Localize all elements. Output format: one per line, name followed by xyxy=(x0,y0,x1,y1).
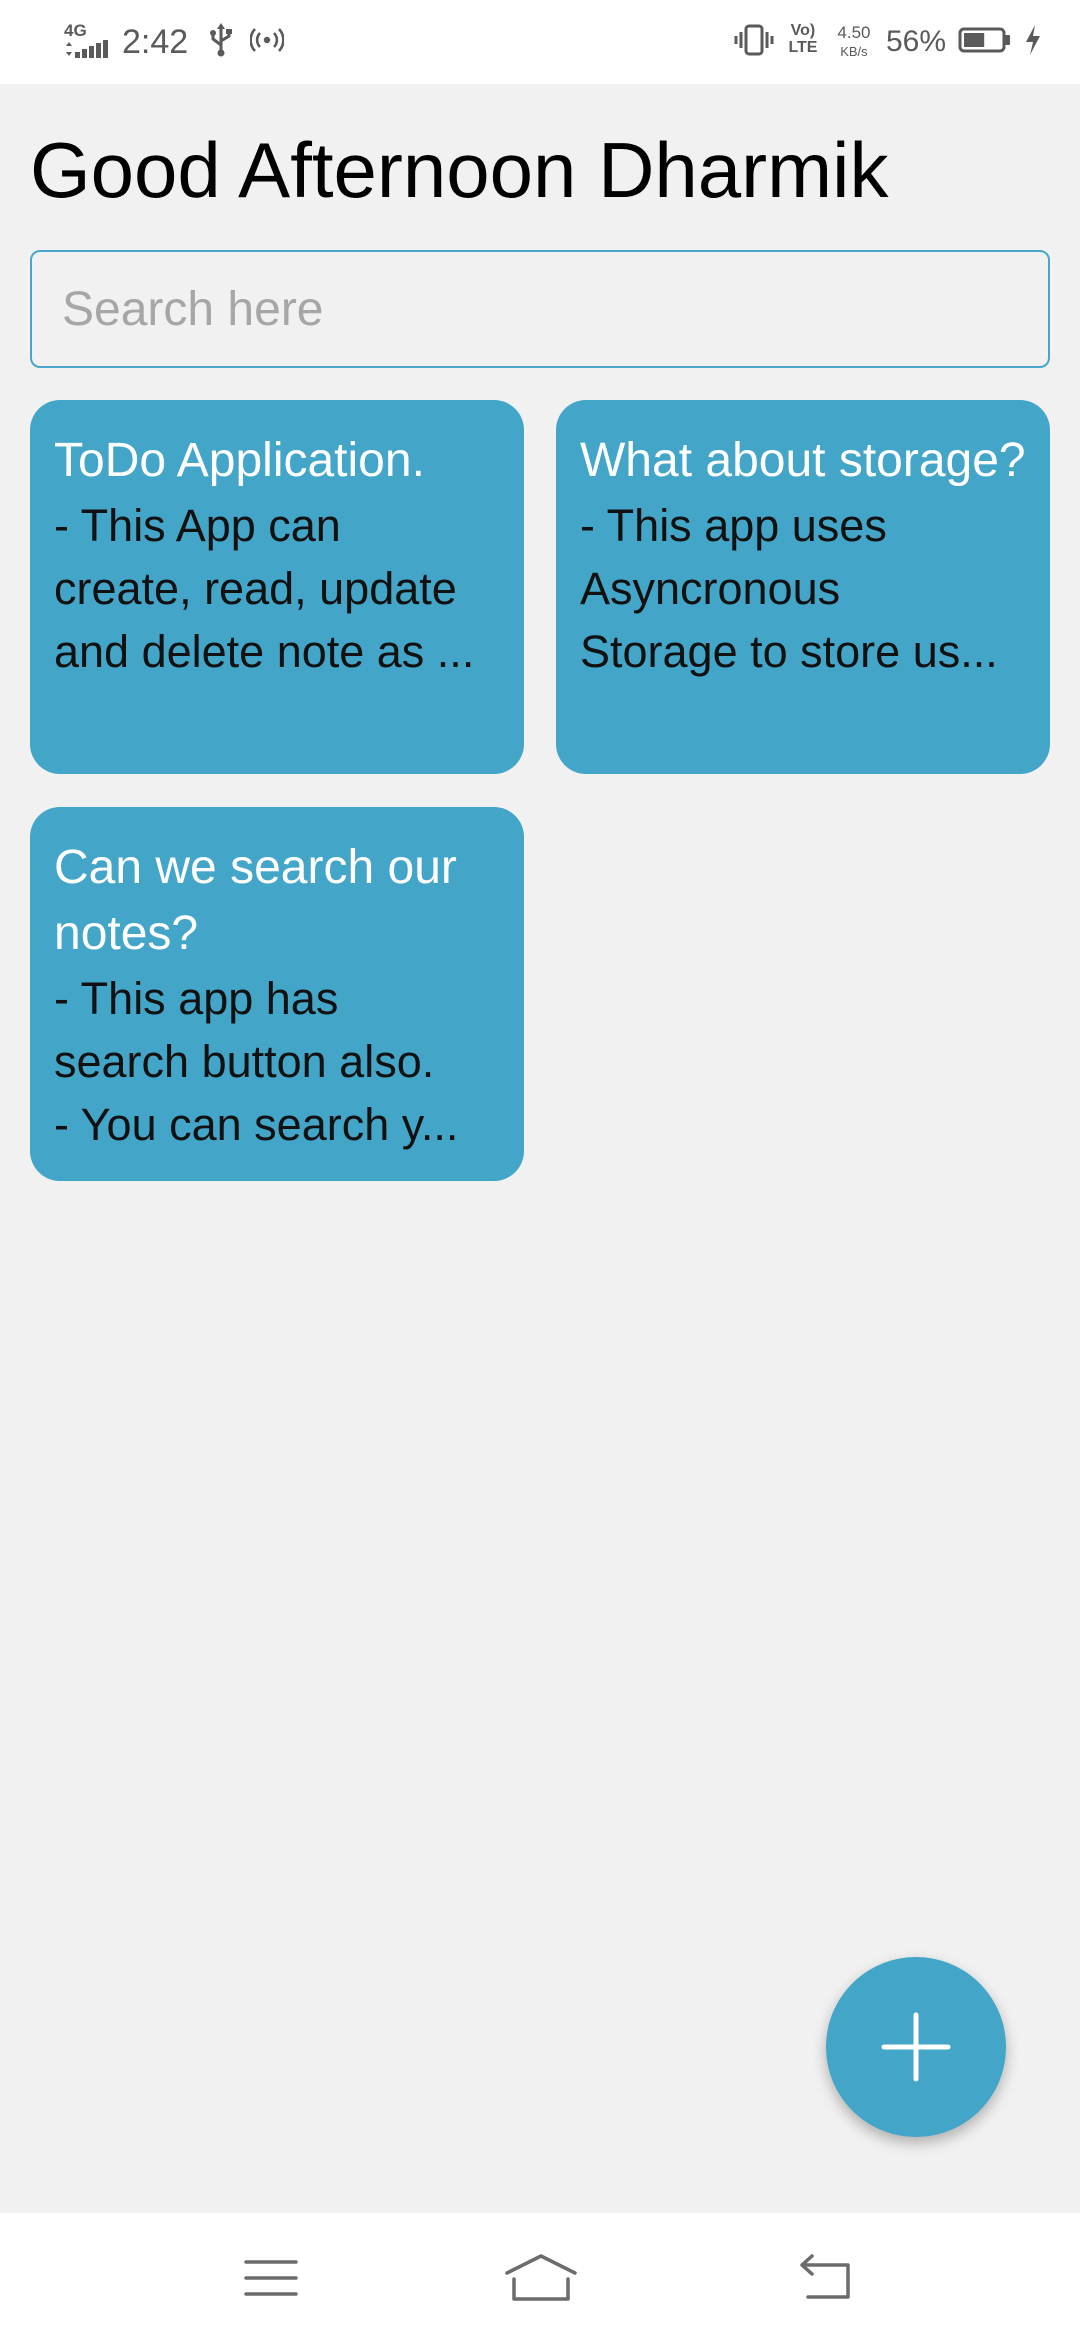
battery-percent: 56% xyxy=(885,25,946,58)
note-body: - This App can create, read, update and … xyxy=(54,500,475,677)
add-note-button[interactable] xyxy=(826,1957,1006,2137)
greeting-title: Good Afternoon Dharmik xyxy=(30,126,889,214)
usb-icon xyxy=(208,22,234,62)
search-input[interactable] xyxy=(30,250,1050,368)
back-button[interactable] xyxy=(774,2233,874,2323)
volte-bottom: LTE xyxy=(788,39,818,56)
battery-fill xyxy=(964,32,985,47)
note-card[interactable]: ToDo Application. - This App can create,… xyxy=(30,400,524,774)
clock: 2:42 xyxy=(122,23,189,61)
menu-icon xyxy=(244,2260,298,2296)
navigation-bar xyxy=(0,2213,1080,2340)
hotspot-icon xyxy=(249,27,285,58)
volte-top: Vo) xyxy=(790,22,816,39)
signal-icon: 4G xyxy=(62,22,112,62)
speed-unit: KB/s xyxy=(840,44,868,59)
plus-icon xyxy=(881,2012,951,2082)
status-bar: 4G 2:42 Vo) LTE 4.50 KB/s 56% xyxy=(0,0,1080,84)
vibrate-icon xyxy=(734,23,774,62)
status-left: 4G 2:42 xyxy=(62,18,285,66)
note-card[interactable]: Can we search our notes? - This app has … xyxy=(30,807,524,1181)
home-icon xyxy=(505,2254,577,2301)
note-body: - This app uses Asyncronous Storage to s… xyxy=(580,500,998,677)
status-right: Vo) LTE 4.50 KB/s 56% xyxy=(734,18,1042,66)
network-speed: 4.50 KB/s xyxy=(832,23,876,61)
speed-value: 4.50 xyxy=(837,23,871,42)
charging-icon xyxy=(1024,24,1042,60)
home-button[interactable] xyxy=(491,2233,591,2323)
note-title: What about storage? xyxy=(580,434,1026,487)
note-card[interactable]: What about storage? - This app uses Asyn… xyxy=(556,400,1050,774)
note-title: Can we search our notes? xyxy=(54,841,457,960)
battery-icon xyxy=(958,26,1012,59)
note-body: - This app has search button also. - You… xyxy=(54,973,459,1150)
volte-icon: Vo) LTE xyxy=(788,22,818,62)
menu-button[interactable] xyxy=(221,2233,321,2323)
note-title: ToDo Application. xyxy=(54,434,425,487)
back-icon xyxy=(800,2254,850,2299)
